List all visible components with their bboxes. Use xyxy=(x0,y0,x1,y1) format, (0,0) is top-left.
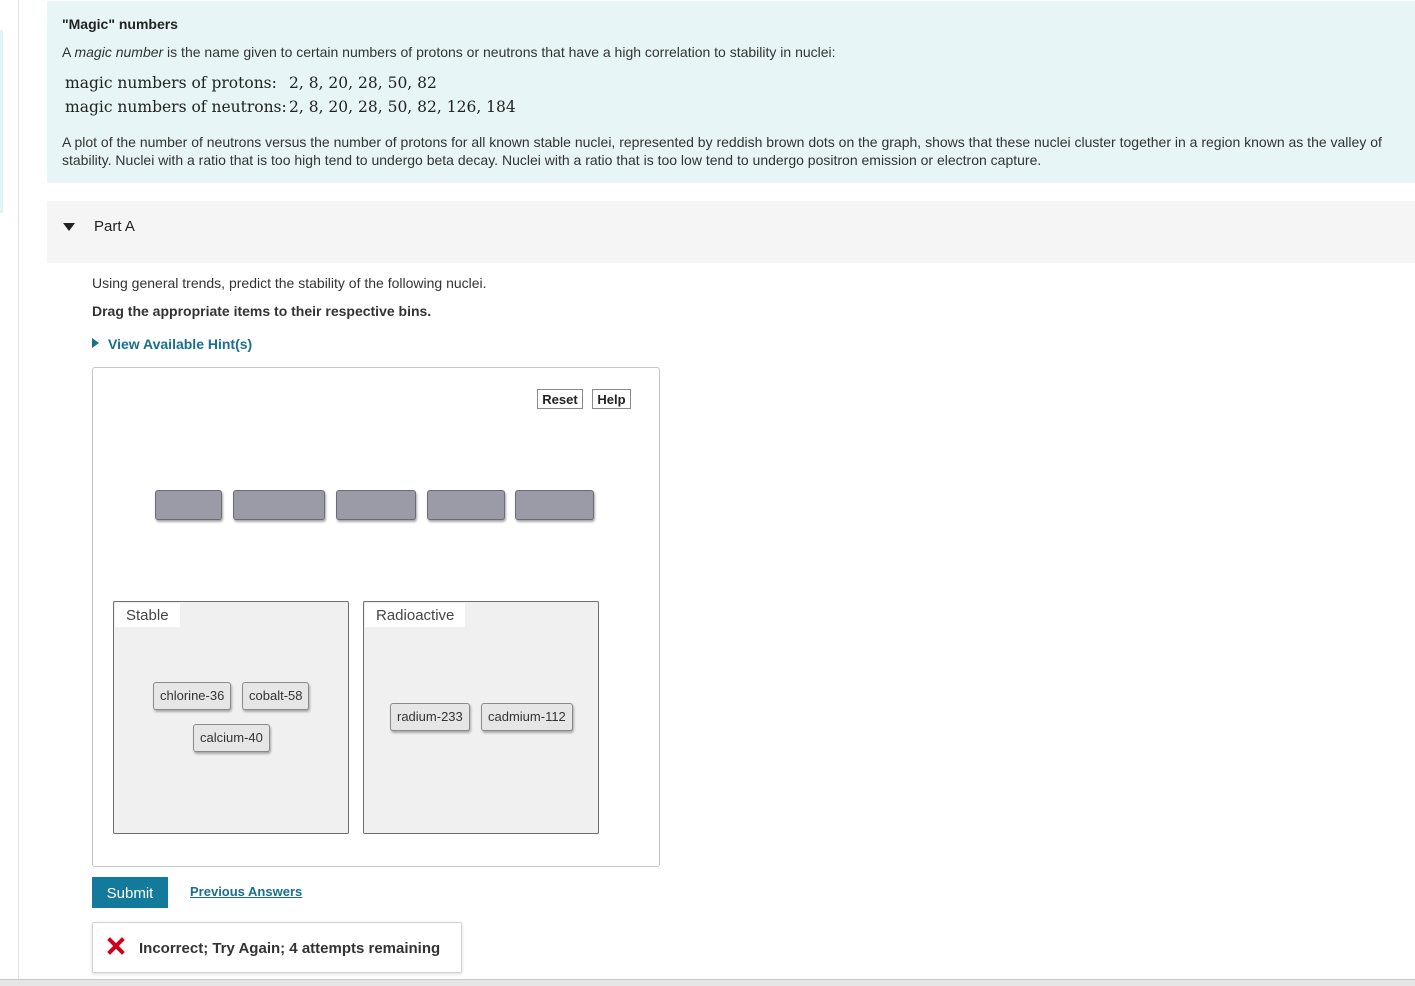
part-label: Part A xyxy=(94,218,135,235)
nuclide-chip-radium-233[interactable]: radium-233 xyxy=(390,703,470,731)
empty-item-slot[interactable] xyxy=(233,490,325,520)
caret-right-icon xyxy=(92,338,99,348)
neutrons-values: 2, 8, 20, 28, 50, 82, 126, 184 xyxy=(289,98,516,116)
x-icon xyxy=(107,937,125,955)
left-rail xyxy=(0,0,19,980)
nuclide-chip-cobalt-58[interactable]: cobalt-58 xyxy=(242,682,310,710)
intro-panel: "Magic" numbers A magic number is the na… xyxy=(47,1,1415,183)
empty-item-slot[interactable] xyxy=(515,490,594,520)
empty-item-slot[interactable] xyxy=(155,490,222,520)
stable-bin[interactable]: Stable chlorine-36 cobalt-58 calcium-40 xyxy=(113,601,349,834)
radioactive-bin[interactable]: Radioactive radium-233 cadmium-112 xyxy=(363,601,599,834)
drag-drop-area: Reset Help Stable chlorine-36 cobalt-58 … xyxy=(92,367,660,867)
protons-label: magic numbers of protons: xyxy=(65,74,277,92)
hints-label: View Available Hint(s) xyxy=(108,336,253,352)
magic-number-list: magic numbers of protons: 2, 8, 20, 28, 5… xyxy=(65,74,516,122)
neutrons-row: magic numbers of neutrons: 2, 8, 20, 28, … xyxy=(65,98,516,122)
question-instruction: Using general trends, predict the stabil… xyxy=(92,275,487,291)
drag-instruction: Drag the appropriate items to their resp… xyxy=(92,303,432,319)
reset-button[interactable]: Reset xyxy=(537,389,583,409)
nuclide-chip-calcium-40[interactable]: calcium-40 xyxy=(193,724,270,752)
part-header[interactable]: Part A xyxy=(47,201,1415,263)
desc-prefix: A xyxy=(62,44,75,60)
previous-answers-link[interactable]: Previous Answers xyxy=(190,884,302,899)
nuclide-chip-chlorine-36[interactable]: chlorine-36 xyxy=(153,682,232,710)
help-button[interactable]: Help xyxy=(592,389,631,409)
submit-button[interactable]: Submit xyxy=(92,877,168,908)
desc-term: magic number xyxy=(74,44,164,60)
protons-row: magic numbers of protons: 2, 8, 20, 28, 5… xyxy=(65,74,516,98)
left-rail-marker xyxy=(0,30,3,213)
plot-description: A plot of the number of neutrons versus … xyxy=(62,134,1382,168)
neutrons-label: magic numbers of neutrons: xyxy=(65,98,287,116)
intro-title: "Magic" numbers xyxy=(62,16,178,32)
protons-values: 2, 8, 20, 28, 50, 82 xyxy=(289,74,437,92)
radioactive-bin-title: Radioactive xyxy=(365,603,466,627)
empty-item-slot[interactable] xyxy=(427,490,505,520)
feedback-box: Incorrect; Try Again; 4 attempts remaini… xyxy=(92,922,462,973)
empty-item-slot[interactable] xyxy=(336,490,416,520)
desc-rest: is the name given to certain numbers of … xyxy=(163,44,836,60)
stable-bin-title: Stable xyxy=(115,603,180,627)
feedback-message: Incorrect; Try Again; 4 attempts remaini… xyxy=(139,940,441,957)
intro-description: A magic number is the name given to cert… xyxy=(62,44,836,60)
nuclide-chip-cadmium-112[interactable]: cadmium-112 xyxy=(481,703,573,731)
view-hints-link[interactable]: View Available Hint(s) xyxy=(92,336,252,352)
collapse-triangle-icon[interactable] xyxy=(63,223,75,231)
